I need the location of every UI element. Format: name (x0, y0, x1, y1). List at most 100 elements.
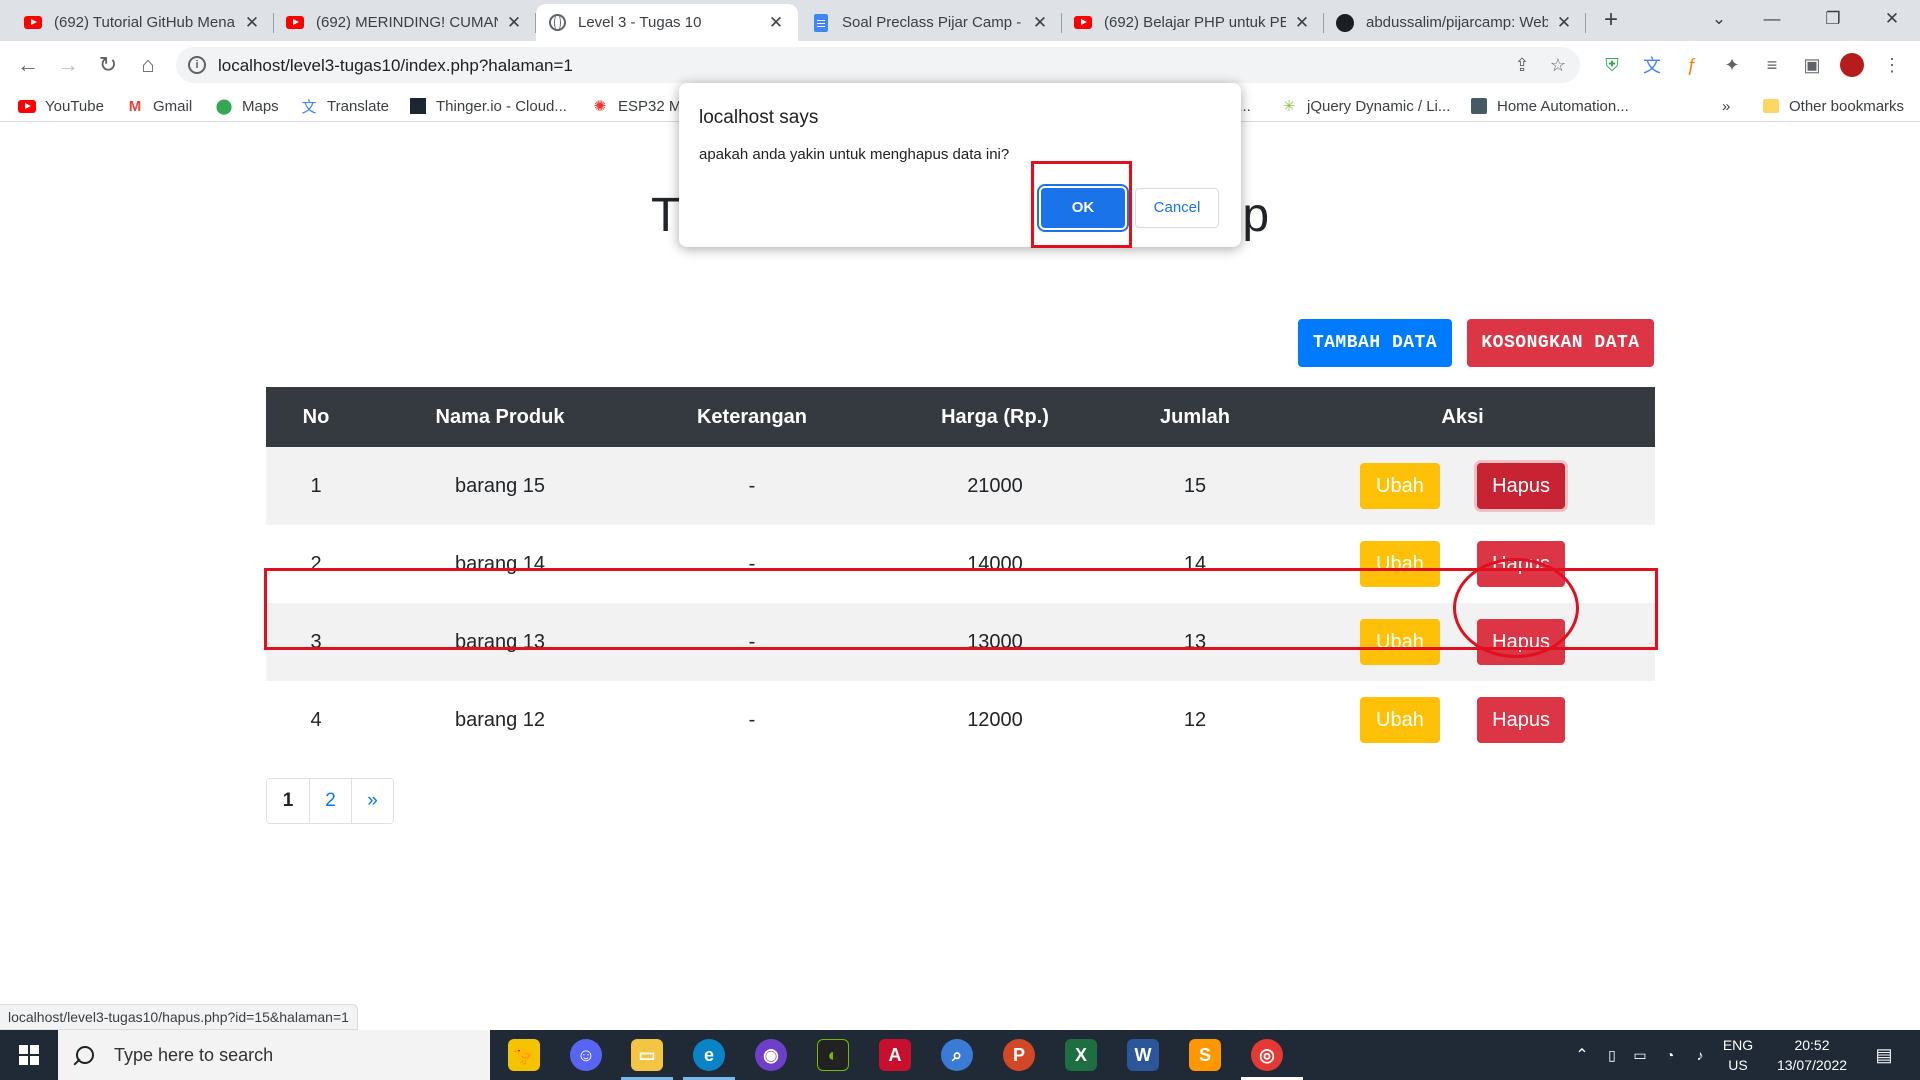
home-icon[interactable]: ⌂ (134, 51, 162, 79)
tab-search-icon[interactable]: ⌄ (1699, 4, 1739, 34)
profile-avatar-icon[interactable] (1840, 53, 1864, 77)
address-url[interactable]: localhost/level3-tugas10/index.php?halam… (218, 56, 573, 76)
close-icon[interactable]: ✕ (766, 13, 786, 33)
dialog-title: localhost says (699, 107, 819, 128)
nvidia-icon[interactable]: ◐ (817, 1039, 849, 1071)
share-icon[interactable]: ⇪ (1512, 55, 1532, 75)
close-icon[interactable]: ✕ (242, 13, 262, 33)
edit-button[interactable]: Ubah (1359, 697, 1440, 743)
side-panel-icon[interactable]: ▣ (1800, 53, 1824, 77)
back-icon[interactable]: ← (14, 51, 42, 79)
tab-title: (692) MERINDING! CUMAN (316, 14, 498, 31)
close-icon[interactable]: ✕ (1554, 13, 1574, 33)
translate-icon: 文 (301, 98, 317, 116)
browser-tab-active[interactable]: Level 3 - Tugas 10 ✕ (536, 4, 798, 41)
bookmark-youtube[interactable]: YouTube (18, 95, 104, 117)
browser-tab[interactable]: (692) Tutorial GitHub Mena ✕ (12, 4, 274, 41)
battery-icon[interactable]: ▭ (1628, 1030, 1652, 1080)
shield-extension-icon[interactable]: ⛨ (1600, 53, 1624, 77)
reload-icon[interactable]: ↻ (94, 51, 122, 79)
windows-icon (19, 1045, 39, 1065)
close-window-button[interactable]: ✕ (1872, 4, 1912, 34)
bookmark-esp32[interactable]: ✺ ESP32 M (591, 95, 682, 117)
file-explorer-icon[interactable]: ▭ (631, 1039, 663, 1071)
close-icon[interactable]: ✕ (1292, 13, 1312, 33)
acrobat-icon[interactable]: A (879, 1039, 911, 1071)
bookmark-jquery[interactable]: ✳ jQuery Dynamic / Li... (1280, 95, 1451, 117)
notification-icon[interactable]: ▤ (1864, 1030, 1904, 1080)
site-info-icon[interactable]: i (188, 56, 206, 74)
bookmark-gmail[interactable]: M Gmail (126, 95, 192, 117)
bookmark-label: ESP32 M (618, 97, 682, 115)
forward-icon[interactable]: → (54, 51, 82, 79)
maps-icon: ⬤ (215, 98, 233, 115)
chrome-icon[interactable]: ◎ (1251, 1039, 1283, 1071)
tab-title: Level 3 - Tugas 10 (578, 14, 702, 31)
bookmark-translate[interactable]: 文 Translate (300, 95, 389, 117)
language-indicator[interactable]: ENG US (1718, 1030, 1758, 1080)
translate-extension-icon[interactable]: 文 (1640, 53, 1664, 77)
youtube-icon (24, 14, 42, 32)
cancel-button[interactable]: Cancel (1135, 188, 1219, 228)
close-icon[interactable]: ✕ (504, 13, 524, 33)
taskbar-search[interactable]: Type here to search (58, 1030, 490, 1080)
powerpoint-icon[interactable]: P (1003, 1039, 1035, 1071)
f-extension-icon[interactable]: ƒ (1680, 53, 1704, 77)
browser-toolbar: ← → ↻ ⌂ i localhost/level3-tugas10/index… (0, 41, 1920, 89)
edit-button[interactable]: Ubah (1359, 463, 1440, 509)
address-bar[interactable]: i localhost/level3-tugas10/index.php?hal… (176, 47, 1580, 83)
extensions-puzzle-icon[interactable]: ✦ (1720, 53, 1744, 77)
windows-taskbar: Type here to search 🐤 ☺ ▭ e ◉ ◐ A ⌕ P X … (0, 1030, 1920, 1080)
add-data-button[interactable]: TAMBAH DATA (1298, 319, 1452, 367)
page-title-end: p (1242, 189, 1270, 242)
start-button[interactable] (0, 1030, 58, 1080)
table-row: 1 barang 15 - 21000 15 Ubah Hapus (266, 447, 1655, 525)
new-tab-button[interactable]: + (1598, 8, 1624, 34)
bookmark-other-bookmarks[interactable]: Other bookmarks (1762, 95, 1904, 117)
excel-icon[interactable]: X (1065, 1039, 1097, 1071)
highlight-ok-annotation (1031, 161, 1132, 248)
sublime-text-icon[interactable]: S (1189, 1039, 1221, 1071)
device-icon[interactable]: ▯ (1600, 1030, 1624, 1080)
page-link-next[interactable]: » (351, 779, 393, 823)
edge-icon[interactable]: e (693, 1039, 725, 1071)
browser-tab[interactable]: (692) MERINDING! CUMAN ✕ (274, 4, 536, 41)
discord-icon[interactable]: ☺ (570, 1039, 602, 1071)
bookmark-star-icon[interactable]: ☆ (1548, 55, 1568, 75)
media-queue-icon[interactable]: ≡ (1760, 53, 1784, 77)
github-desktop-icon[interactable]: ◉ (755, 1039, 787, 1071)
page-link[interactable]: 2 (309, 779, 351, 823)
show-hidden-icons[interactable]: ⌃ (1570, 1030, 1594, 1080)
bookmark-thinger[interactable]: Thinger.io - Cloud... (409, 95, 567, 117)
column-header: No (266, 387, 366, 447)
delete-button[interactable]: Hapus (1477, 463, 1566, 509)
restore-button[interactable]: ❐ (1813, 4, 1853, 34)
menu-kebab-icon[interactable]: ⋮ (1880, 53, 1904, 77)
github-icon (1336, 13, 1354, 32)
cell-no: 1 (266, 447, 366, 525)
minimize-button[interactable]: — (1752, 4, 1792, 34)
magnifier-app-icon[interactable]: ⌕ (941, 1039, 973, 1071)
cell-keterangan: - (634, 447, 870, 525)
clock[interactable]: 20:52 13/07/2022 (1762, 1030, 1862, 1080)
bookmark-maps[interactable]: ⬤ Maps (215, 95, 279, 117)
app-icon-duck[interactable]: 🐤 (508, 1039, 540, 1071)
close-icon[interactable]: ✕ (1030, 13, 1050, 33)
bookmark-home-automation[interactable]: Home Automation... (1470, 95, 1629, 117)
tab-strip: (692) Tutorial GitHub Mena ✕ (692) MERIN… (0, 0, 1920, 41)
browser-tab[interactable]: (692) Belajar PHP untuk PE ✕ (1062, 4, 1324, 41)
page-link-current[interactable]: 1 (267, 779, 309, 823)
bookmark-label: » (1722, 97, 1731, 115)
volume-icon[interactable]: ♪ (1688, 1030, 1712, 1080)
browser-tab[interactable]: Soal Preclass Pijar Camp - G ✕ (800, 4, 1062, 41)
dialog-message: apakah anda yakin untuk menghapus data i… (699, 146, 1010, 163)
word-icon[interactable]: W (1127, 1039, 1159, 1071)
region-code: US (1728, 1057, 1748, 1073)
clear-data-button[interactable]: KOSONGKAN DATA (1467, 319, 1654, 367)
bookmark-label: Translate (327, 97, 389, 115)
bookmarks-overflow-button[interactable]: » (1722, 95, 1730, 117)
delete-button[interactable]: Hapus (1477, 697, 1566, 743)
thinger-icon (409, 98, 427, 114)
browser-tab[interactable]: abdussalim/pijarcamp: Web ✕ (1324, 4, 1586, 41)
wifi-icon[interactable]: ◔ (1658, 1030, 1682, 1080)
